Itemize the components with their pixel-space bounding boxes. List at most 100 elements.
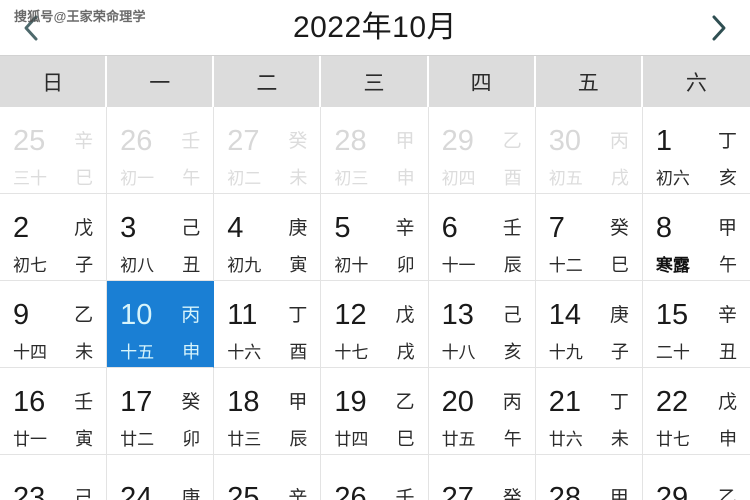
- heavenly-stem: 壬: [502, 218, 522, 239]
- heavenly-stem: 乙: [502, 131, 522, 152]
- calendar-day-cell[interactable]: 24 庚: [107, 455, 215, 500]
- day-number: 30: [548, 125, 581, 157]
- calendar-day-cell[interactable]: 13 己十八 亥: [428, 281, 536, 368]
- calendar-day-cell[interactable]: 17 癸廿二 卯: [107, 368, 215, 455]
- next-month-button[interactable]: [702, 11, 736, 45]
- day-number: 25: [13, 125, 46, 157]
- calendar-day-cell[interactable]: 19 乙廿四 巳: [321, 368, 429, 455]
- chevron-left-icon: [24, 15, 38, 40]
- day-number: 22: [655, 386, 689, 418]
- calendar-day-cell[interactable]: 30 丙初五 戌: [535, 107, 643, 194]
- lunar-date-label: 十七: [334, 342, 369, 362]
- earthly-branch: 巳: [396, 429, 415, 449]
- solar-term-label: 寒露: [655, 255, 690, 275]
- earthly-branch: 戌: [610, 168, 629, 188]
- day-number: 6: [441, 212, 458, 244]
- heavenly-stem: 己: [181, 218, 201, 239]
- calendar-day-cell[interactable]: 11 丁十六 酉: [214, 281, 322, 368]
- heavenly-stem: 壬: [74, 392, 94, 413]
- lunar-date-label: 十六: [227, 342, 262, 362]
- day-number: 26: [120, 125, 153, 157]
- calendar-day-cell[interactable]: 22 戊廿七 申: [642, 368, 750, 455]
- heavenly-stem: 癸: [181, 392, 201, 413]
- heavenly-stem: 丁: [609, 392, 629, 413]
- heavenly-stem: 甲: [288, 392, 308, 413]
- earthly-branch: 午: [182, 168, 201, 188]
- calendar-day-cell[interactable]: 28 甲初三 申: [321, 107, 429, 194]
- calendar-day-cell[interactable]: 28 甲: [535, 455, 643, 500]
- earthly-branch: 未: [75, 342, 94, 362]
- day-number: 20: [441, 386, 474, 418]
- lunar-date-label: 十五: [120, 342, 155, 362]
- calendar-day-cell[interactable]: 14 庚十九 子: [535, 281, 643, 368]
- heavenly-stem: 庚: [181, 488, 201, 500]
- weekday-header-4: 四: [429, 56, 536, 107]
- earthly-branch: 辰: [503, 255, 522, 275]
- day-number: 29: [655, 482, 689, 500]
- calendar-day-cell[interactable]: 25 辛三十 巳: [0, 107, 108, 194]
- lunar-date-label: 廿四: [334, 429, 369, 449]
- calendar-day-cell[interactable]: 26 壬: [321, 455, 429, 500]
- day-number: 10: [120, 299, 153, 331]
- lunar-date-label: 十九: [548, 342, 583, 362]
- calendar-day-cell[interactable]: 4 庚初九 寅: [214, 194, 322, 281]
- earthly-branch: 午: [503, 429, 522, 449]
- heavenly-stem: 丁: [717, 131, 737, 152]
- calendar-day-cell[interactable]: 8 甲寒露 午: [642, 194, 750, 281]
- day-number: 27: [441, 482, 474, 500]
- calendar-day-cell-selected[interactable]: 10 丙十五 申: [107, 281, 215, 368]
- heavenly-stem: 乙: [395, 392, 415, 413]
- calendar-day-cell[interactable]: 25 辛: [214, 455, 322, 500]
- calendar-day-cell[interactable]: 7 癸十二 巳: [535, 194, 643, 281]
- calendar-day-cell[interactable]: 23 己: [0, 455, 108, 500]
- day-number: 19: [334, 386, 367, 418]
- heavenly-stem: 壬: [181, 131, 201, 152]
- heavenly-stem: 甲: [609, 488, 629, 500]
- calendar-day-cell[interactable]: 29 乙: [642, 455, 750, 500]
- heavenly-stem: 乙: [717, 488, 737, 500]
- earthly-branch: 巳: [75, 168, 94, 188]
- calendar-day-cell[interactable]: 21 丁廿六 未: [535, 368, 643, 455]
- heavenly-stem: 辛: [74, 131, 94, 152]
- heavenly-stem: 甲: [717, 218, 737, 239]
- calendar-day-cell[interactable]: 5 辛初十 卯: [321, 194, 429, 281]
- calendar-day-cell[interactable]: 27 癸: [428, 455, 536, 500]
- heavenly-stem: 癸: [502, 488, 522, 500]
- day-number: 13: [441, 299, 474, 331]
- calendar-day-cell[interactable]: 3 己初八 丑: [107, 194, 215, 281]
- heavenly-stem: 辛: [288, 488, 308, 500]
- day-number: 28: [548, 482, 581, 500]
- heavenly-stem: 戊: [74, 218, 94, 239]
- heavenly-stem: 戊: [717, 392, 737, 413]
- calendar-day-cell[interactable]: 6 壬十一 辰: [428, 194, 536, 281]
- calendar-day-cell[interactable]: 29 乙初四 酉: [428, 107, 536, 194]
- earthly-branch: 申: [719, 429, 737, 449]
- calendar-day-cell[interactable]: 26 壬初一 午: [107, 107, 215, 194]
- day-number: 24: [120, 482, 153, 500]
- day-number: 7: [548, 212, 565, 244]
- calendar-day-cell[interactable]: 27 癸初二 未: [214, 107, 322, 194]
- day-number: 25: [227, 482, 260, 500]
- calendar-day-cell[interactable]: 2 戊初七 子: [0, 194, 108, 281]
- calendar-day-cell[interactable]: 18 甲廿三 辰: [214, 368, 322, 455]
- page-title: 2022年10月: [292, 10, 458, 44]
- earthly-branch: 辰: [289, 429, 308, 449]
- lunar-date-label: 十一: [441, 255, 476, 275]
- calendar-day-cell[interactable]: 16 壬廿一 寅: [0, 368, 108, 455]
- lunar-date-label: 廿三: [227, 429, 262, 449]
- earthly-branch: 亥: [719, 168, 737, 188]
- day-number: 15: [655, 299, 689, 331]
- day-number: 27: [227, 125, 260, 157]
- calendar-day-cell[interactable]: 20 丙廿五 午: [428, 368, 536, 455]
- calendar-day-cell[interactable]: 12 戊十七 戌: [321, 281, 429, 368]
- prev-month-button[interactable]: [14, 11, 48, 45]
- calendar-day-cell[interactable]: 1 丁初六 亥: [642, 107, 750, 194]
- day-number: 26: [334, 482, 367, 500]
- calendar-day-cell[interactable]: 9 乙十四 未: [0, 281, 108, 368]
- weekday-header-1: 一: [107, 56, 215, 107]
- lunar-date-label: 廿二: [120, 429, 155, 449]
- day-number: 23: [13, 482, 46, 500]
- heavenly-stem: 己: [502, 305, 522, 326]
- calendar-day-cell[interactable]: 15 辛二十 丑: [642, 281, 750, 368]
- day-number: 2: [13, 212, 30, 244]
